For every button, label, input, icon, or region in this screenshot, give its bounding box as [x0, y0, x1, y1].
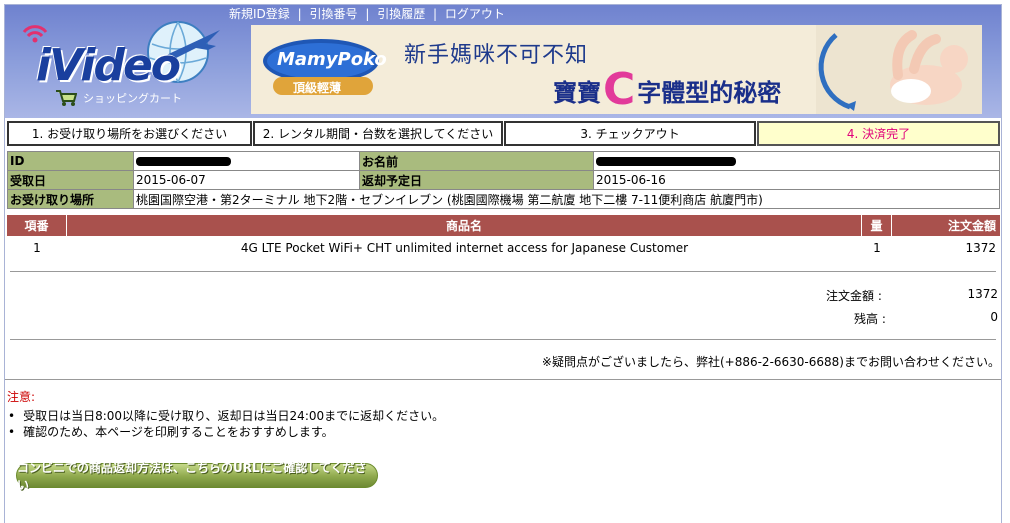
nav-logout-link[interactable]: ログアウト [445, 7, 505, 21]
pickup-place-label: お受け取り場所 [7, 189, 134, 209]
notice-title: 注意: [7, 390, 36, 404]
notice-item: 受取日は当日8:00以降に受け取り、返却日は当日24:00までに返却ください。 [8, 408, 444, 424]
mamypoko-ad-banner[interactable]: MamyPoko 頂級輕薄 新手媽咪不可不知 寶寶 C 字體型的秘密 [251, 25, 982, 114]
baby-image [816, 25, 982, 114]
notice-item: 確認のため、本ページを印刷することをおすすめします。 [8, 424, 444, 440]
banner-tagline: 寶寶 C 字體型的秘密 [553, 64, 782, 114]
top-navigation: 新規ID登録 | 引換番号 | 引換履歴 | ログアウト [229, 5, 505, 22]
order-info-table: ID お名前 受取日 2015-06-07 返却予定日 2015-06-16 お… [7, 151, 1000, 209]
step-select-location: 1. お受け取り場所をお選びください [7, 121, 252, 146]
mamypoko-brand-text: MamyPoko [277, 49, 387, 70]
notice-list: 受取日は当日8:00以降に受け取り、返却日は当日24:00までに返却ください。 … [8, 408, 444, 440]
name-value [593, 151, 1000, 171]
divider [10, 339, 996, 340]
name-label: お名前 [359, 151, 594, 171]
col-qty: 量 [862, 215, 892, 236]
nav-separator: | [297, 7, 302, 21]
banner-tagline-post: 字體型的秘密 [637, 77, 782, 107]
banner-tagline-letter: C [603, 64, 636, 114]
item-amount: 1372 [965, 241, 996, 255]
ivideo-logo[interactable]: iVideo [10, 14, 220, 94]
return-date-label: 返却予定日 [359, 170, 594, 190]
shopping-cart-icon [56, 90, 77, 106]
col-amount: 注文金額 [947, 219, 996, 233]
shopping-cart-link[interactable]: ショッピングカート [55, 89, 182, 107]
return-method-button[interactable]: コンビニでの商品返却方法は、こちらのURLにご確認してください [16, 461, 378, 492]
step-payment-complete: 4. 決済完了 [757, 121, 1000, 146]
pickup-date-label: 受取日 [7, 170, 134, 190]
step-checkout: 3. チェックアウト [504, 121, 756, 146]
id-label: ID [7, 151, 134, 171]
contact-note: ※疑問点がございましたら、弊社(+886-2-6630-6688)までお問い合わ… [541, 355, 1000, 369]
nav-separator: | [365, 7, 370, 21]
checkout-steps: 1. お受け取り場所をお選びください 2. レンタル期間・台数を選択してください… [7, 121, 1000, 146]
item-no: 1 [33, 241, 41, 255]
items-table-header: 項番 商品名 量 注文金額 [7, 215, 1000, 236]
total-label: 注文金額 : [826, 289, 882, 303]
return-date-value: 2015-06-16 [593, 170, 1000, 190]
banner-headline: 新手媽咪不可不知 [404, 43, 589, 68]
redacted-id [136, 157, 231, 166]
divider [5, 379, 1001, 380]
item-name: 4G LTE Pocket WiFi+ CHT unlimited intern… [240, 241, 689, 255]
nav-exchange-number-link[interactable]: 引換番号 [309, 7, 357, 21]
mamypoko-logo: MamyPoko 頂級輕薄 [259, 31, 389, 101]
mamypoko-subtext: 頂級輕薄 [293, 81, 342, 95]
total-value: 1372 [967, 287, 998, 301]
nav-exchange-history-link[interactable]: 引換履歴 [377, 7, 425, 21]
col-item-name: 商品名 [67, 215, 862, 236]
pickup-date-value: 2015-06-07 [133, 170, 360, 190]
balance-value: 0 [990, 310, 998, 324]
balance-label: 残高 : [854, 312, 886, 326]
logo-text: iVideo [36, 40, 181, 91]
step-select-period: 2. レンタル期間・台数を選択してください [253, 121, 503, 146]
item-qty: 1 [873, 241, 881, 255]
col-item-no: 項番 [7, 215, 67, 236]
id-value [133, 151, 360, 171]
pickup-place-value: 桃園国際空港・第2ターミナル 地下2階・セブンイレブン (桃園國際機場 第二航廈… [133, 189, 1000, 209]
divider [10, 271, 996, 272]
nav-separator: | [433, 7, 438, 21]
cart-label: ショッピングカート [83, 92, 182, 105]
redacted-name [596, 157, 736, 166]
banner-tagline-pre: 寶寶 [553, 77, 601, 107]
nav-register-link[interactable]: 新規ID登録 [229, 7, 290, 21]
table-row: 1 4G LTE Pocket WiFi+ CHT unlimited inte… [7, 238, 1000, 258]
